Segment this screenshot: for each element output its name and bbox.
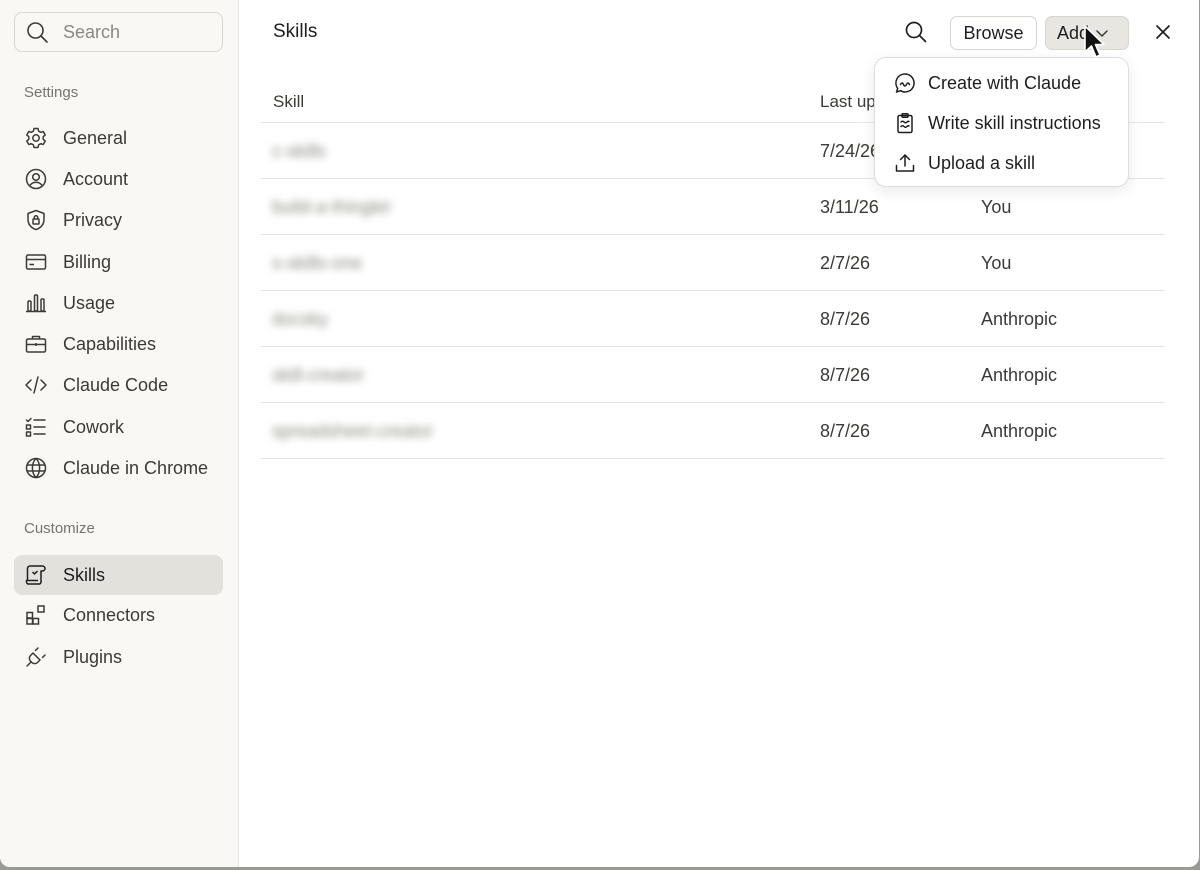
skill-name: skill-creator (272, 365, 365, 385)
skill-author: Anthropic (981, 309, 1058, 329)
skill-date: 8/7/26 (820, 309, 871, 329)
sidebar-item-label: Cowork (63, 416, 125, 437)
sidebar-item-claude-in-chrome[interactable]: Claude in Chrome (14, 448, 223, 488)
table-row[interactable]: spreadsheet-creator 8/7/26 Anthropic (260, 403, 1165, 459)
skill-date: 7/24/26 (820, 141, 881, 161)
code-icon (24, 373, 48, 397)
menu-item-label: Write skill instructions (928, 112, 1101, 133)
shield-lock-icon (24, 208, 48, 232)
sidebar-item-label: Account (63, 168, 129, 189)
menu-item-upload-a-skill[interactable]: Upload a skill (875, 143, 1128, 183)
menu-item-create-with-claude[interactable]: Create with Claude (875, 63, 1128, 103)
table-row[interactable]: docsky 8/7/26 Anthropic (260, 291, 1165, 347)
sidebar: Settings General Account Privacy Billing (0, 0, 239, 867)
sidebar-item-cowork[interactable]: Cowork (14, 407, 223, 447)
sidebar-item-plugins[interactable]: Plugins (14, 637, 223, 677)
main-panel: Skills Browse Add Skill Last up c-skills… (239, 0, 1199, 867)
sidebar-item-skills[interactable]: Skills (14, 555, 223, 595)
page-title: Skills (273, 21, 318, 42)
table-row[interactable]: s-skills-one 2/7/26 You (260, 235, 1165, 291)
column-header-skill[interactable]: Skill (273, 92, 304, 112)
settings-section-label: Settings (24, 84, 79, 101)
sidebar-item-privacy[interactable]: Privacy (14, 200, 223, 240)
skill-name: docsky (272, 309, 329, 329)
mouse-cursor (1083, 24, 1107, 60)
user-circle-icon (24, 167, 48, 191)
skill-name: build-a-thinglet (272, 197, 391, 217)
sidebar-search[interactable] (14, 12, 223, 52)
settings-window: Settings General Account Privacy Billing (0, 0, 1199, 867)
chat-bubble-icon (894, 72, 916, 94)
skill-author: Anthropic (981, 365, 1058, 385)
gear-icon (24, 126, 48, 150)
checklist-icon (24, 415, 48, 439)
customize-section-label: Customize (24, 520, 95, 537)
sidebar-item-connectors[interactable]: Connectors (14, 595, 223, 635)
sidebar-item-account[interactable]: Account (14, 159, 223, 199)
connectors-icon (24, 603, 48, 627)
sidebar-item-label: Privacy (63, 209, 123, 230)
sidebar-item-label: Billing (63, 251, 112, 272)
search-icon (25, 20, 49, 44)
sidebar-item-capabilities[interactable]: Capabilities (14, 324, 223, 364)
sidebar-item-general[interactable]: General (14, 118, 223, 158)
skill-name: s-skills-one (272, 253, 363, 273)
skill-name: spreadsheet-creator (272, 421, 434, 441)
sidebar-item-label: Usage (63, 292, 116, 313)
skill-author: You (981, 253, 1012, 273)
close-icon[interactable] (1152, 21, 1174, 43)
menu-item-label: Create with Claude (928, 72, 1082, 93)
clipboard-icon (894, 112, 916, 134)
sidebar-item-claude-code[interactable]: Claude Code (14, 365, 223, 405)
sidebar-item-label: Capabilities (63, 333, 157, 354)
globe-icon (24, 456, 48, 480)
bar-chart-icon (24, 291, 48, 315)
briefcase-icon (24, 332, 48, 356)
sidebar-item-usage[interactable]: Usage (14, 283, 223, 323)
skill-author: Anthropic (981, 421, 1058, 441)
sidebar-item-label: Connectors (63, 604, 156, 625)
skill-author: You (981, 197, 1012, 217)
table-row[interactable]: build-a-thinglet 3/11/26 You (260, 179, 1165, 235)
sidebar-item-label: Plugins (63, 646, 123, 667)
browse-button[interactable]: Browse (950, 16, 1037, 50)
plug-icon (24, 645, 48, 669)
skill-name: c-skills (272, 141, 326, 161)
upload-icon (894, 152, 916, 174)
search-input[interactable] (63, 21, 213, 43)
menu-item-write-skill-instructions[interactable]: Write skill instructions (875, 103, 1128, 143)
sidebar-item-label: Claude Code (63, 374, 169, 395)
sidebar-item-label: General (63, 127, 128, 148)
skill-date: 2/7/26 (820, 253, 871, 273)
skill-date: 8/7/26 (820, 421, 871, 441)
scroll-icon (24, 563, 48, 587)
sidebar-item-label: Skills (63, 564, 106, 585)
sidebar-item-billing[interactable]: Billing (14, 242, 223, 282)
add-dropdown-menu: Create with Claude Write skill instructi… (874, 57, 1129, 187)
search-icon[interactable] (904, 20, 928, 44)
skill-date: 8/7/26 (820, 365, 871, 385)
column-header-last-updated[interactable]: Last up (820, 92, 876, 112)
table-row[interactable]: skill-creator 8/7/26 Anthropic (260, 347, 1165, 403)
sidebar-item-label: Claude in Chrome (63, 457, 209, 478)
credit-card-icon (24, 250, 48, 274)
menu-item-label: Upload a skill (928, 152, 1036, 173)
skill-date: 3/11/26 (820, 197, 879, 217)
